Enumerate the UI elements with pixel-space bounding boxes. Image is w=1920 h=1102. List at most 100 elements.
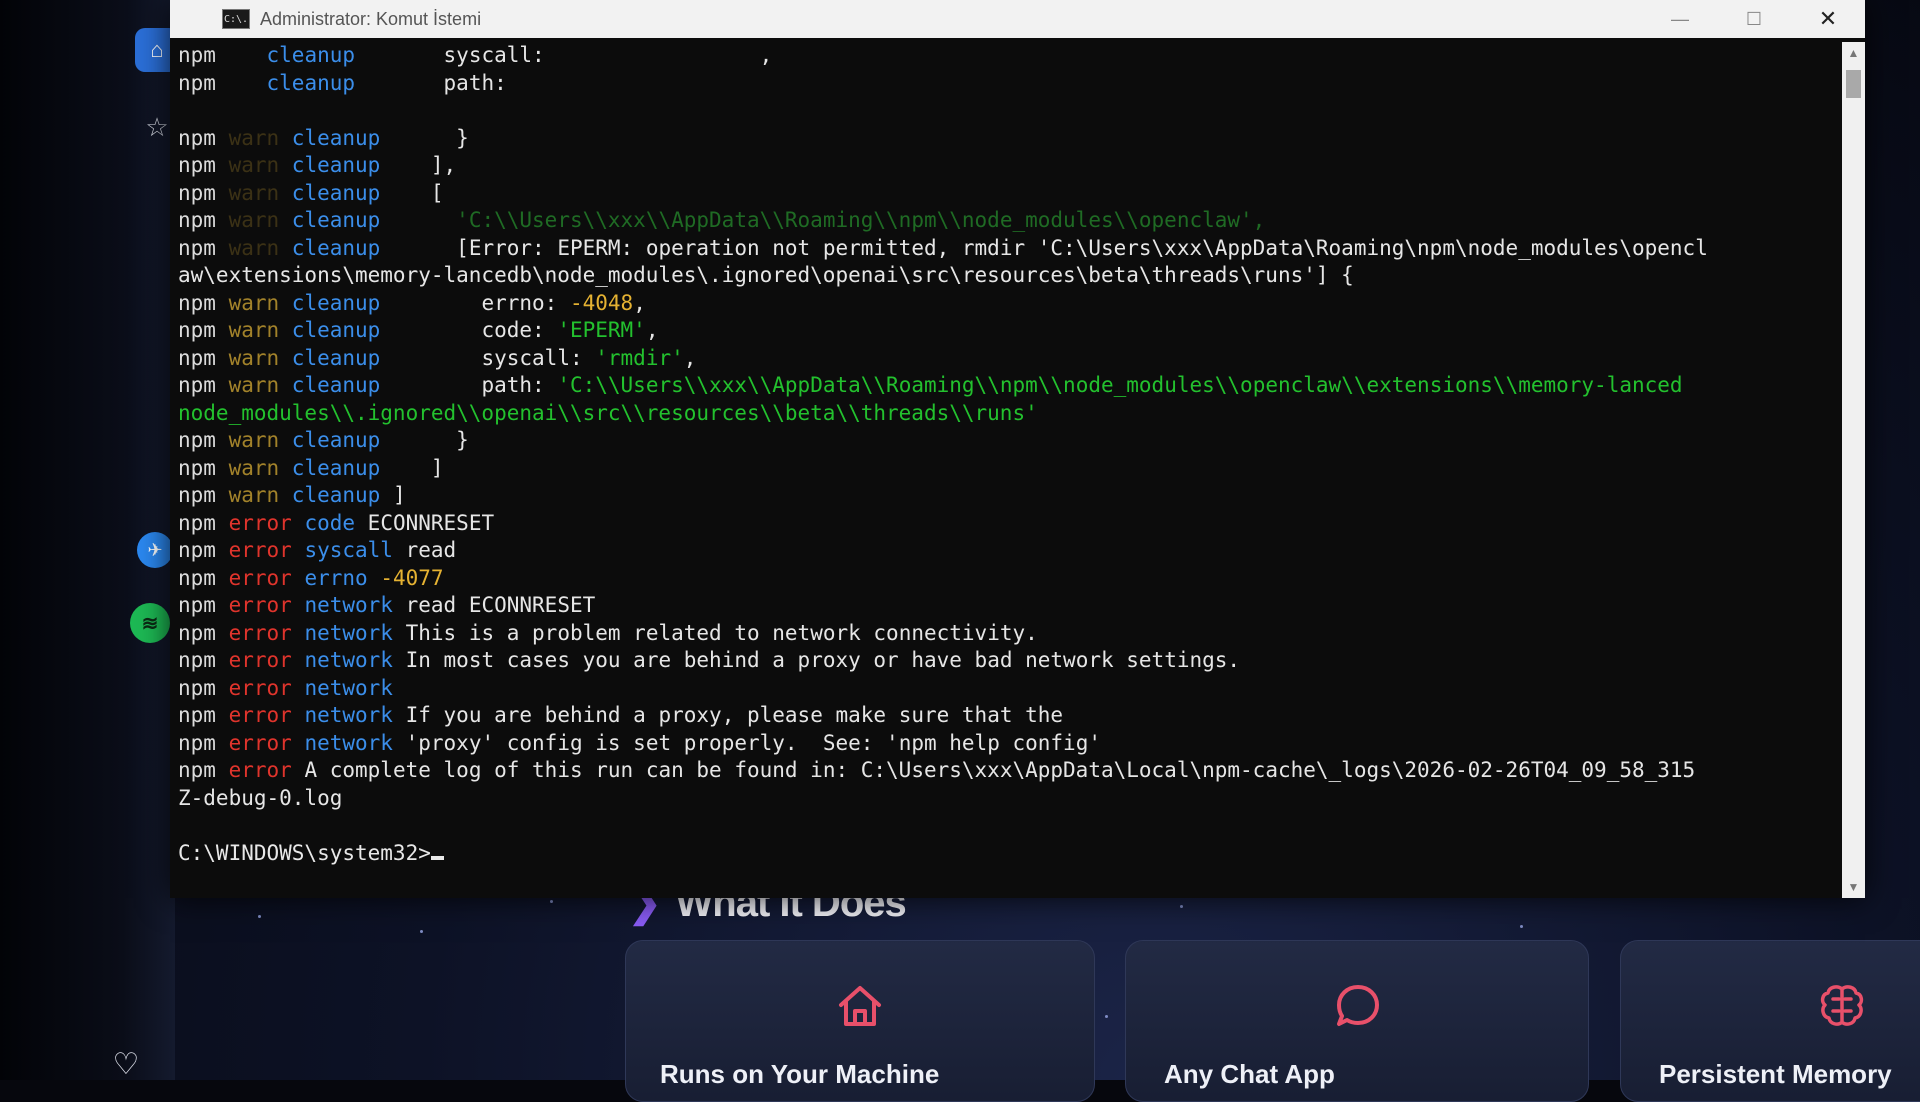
scroll-up-arrow-icon[interactable]: ▲ <box>1842 42 1865 64</box>
console-line: npm warn cleanup errno: -4048, <box>170 290 1842 318</box>
console-segment: cleanup <box>291 235 381 260</box>
console-segment: warn <box>215 483 292 507</box>
console-segment <box>368 566 381 590</box>
star-dot <box>420 930 423 933</box>
command-prompt-window[interactable]: C:\. Administrator: Komut İstemi — ☐ ✕ n… <box>170 0 1865 898</box>
console-line: npm error network read ECONNRESET <box>170 592 1842 620</box>
scrollbar-thumb[interactable] <box>1846 70 1861 98</box>
card-title: Persistent Memory <box>1659 1059 1892 1089</box>
console-segment: cleanup <box>291 180 381 205</box>
title-bar[interactable]: C:\. Administrator: Komut İstemi — ☐ ✕ <box>170 0 1865 38</box>
console-segment: npm <box>178 43 216 67</box>
console-segment: errno <box>304 565 368 590</box>
console-segment: npm <box>178 565 216 590</box>
text-cursor <box>430 855 444 860</box>
console-line: npm error A complete log of this run can… <box>170 757 1842 785</box>
console-segment: npm <box>178 675 216 700</box>
console-segment: npm <box>178 620 216 645</box>
console-segment: path: <box>380 373 558 397</box>
chat-bubble-icon <box>1337 985 1379 1026</box>
console-segment: npm <box>178 593 216 617</box>
console-segment: cleanup <box>291 373 381 397</box>
console-line: npm warn cleanup syscall: 'rmdir', <box>170 345 1842 373</box>
console-segment: -4077 <box>380 565 444 590</box>
card-title: Any Chat App <box>1164 1059 1335 1089</box>
console-segment: warn <box>215 208 292 232</box>
scrollbar[interactable]: ▲ ▼ <box>1842 42 1865 898</box>
console-segment: npm <box>178 455 216 480</box>
console-line: npm cleanup syscall: , <box>170 42 1842 70</box>
console-line: npm warn cleanup path: 'C:\\Users\\xxx\\… <box>170 372 1842 400</box>
console-segment: cleanup <box>291 290 381 315</box>
heart-icon[interactable]: ♡ <box>110 1048 142 1081</box>
console-segment: error <box>215 675 305 700</box>
console-segment: code: <box>380 318 558 342</box>
console-segment: syscall: <box>380 345 596 370</box>
feature-card[interactable]: Any Chat App <box>1125 940 1589 1102</box>
console-segment: error <box>215 538 305 562</box>
console-segment: 'rmdir' <box>595 345 684 370</box>
console-line: npm error errno -4077 <box>170 565 1842 593</box>
console-segment: warn <box>215 180 292 205</box>
console-segment: cleanup <box>266 43 356 67</box>
console-segment: warn <box>215 428 292 452</box>
console-line: npm error syscall read <box>170 537 1842 565</box>
console-segment: npm <box>178 153 216 177</box>
console-segment: error <box>215 620 305 645</box>
console-segment: cleanup <box>291 318 381 342</box>
console-segment: , <box>645 318 659 342</box>
console-segment: npm <box>178 703 216 727</box>
console-segment: In most cases you are behind a proxy or … <box>392 648 1241 672</box>
console-line: npm error network In most cases you are … <box>170 647 1842 675</box>
console-segment: warn <box>215 125 292 150</box>
console-segment: warn <box>215 290 292 315</box>
console-segment: npm <box>178 510 216 535</box>
console-segment: error <box>215 730 305 755</box>
star-dot <box>1520 925 1523 928</box>
console-segment: error <box>215 593 305 617</box>
console-segment: npm <box>178 208 216 232</box>
console-segment: 'proxy' config is set properly. See: 'np… <box>392 730 1101 755</box>
console-segment: npm <box>178 125 216 150</box>
console-line: npm warn cleanup [ <box>170 180 1842 208</box>
spotify-icon[interactable]: ≋ <box>130 603 170 643</box>
console-output[interactable]: npm cleanup syscall: , npm cleanup path: n… <box>170 42 1842 898</box>
console-segment: read ECONNRESET <box>392 593 596 617</box>
console-segment: error <box>215 648 305 672</box>
messenger-icon[interactable]: ✈ <box>137 532 173 568</box>
close-button[interactable]: ✕ <box>1791 0 1865 38</box>
console-line: C:\WINDOWS\system32> <box>170 840 1842 868</box>
console-segment: syscall: , <box>355 43 773 67</box>
console-segment: cleanup <box>291 483 381 507</box>
console-segment: ECONNRESET <box>355 510 495 535</box>
console-segment: cleanup <box>291 428 381 452</box>
console-line: npm error network If you are behind a pr… <box>170 702 1842 730</box>
feature-card[interactable]: Runs on Your Machine <box>625 940 1095 1102</box>
minimize-button[interactable]: — <box>1643 0 1717 38</box>
maximize-button[interactable]: ☐ <box>1717 0 1791 38</box>
console-segment: error <box>215 758 305 782</box>
scroll-down-arrow-icon[interactable]: ▼ <box>1842 876 1865 898</box>
console-segment: warn <box>215 153 292 177</box>
console-segment: Z-debug-0.log <box>178 785 343 810</box>
feature-card[interactable]: Persistent Memory <box>1620 940 1920 1102</box>
console-line: Z-debug-0.log <box>170 785 1842 813</box>
console-segment: warn <box>215 373 292 397</box>
console-segment: npm <box>178 318 216 342</box>
console-segment: npm <box>178 428 216 452</box>
console-segment: , <box>683 345 697 370</box>
window-title: Administrator: Komut İstemi <box>260 8 482 29</box>
console-segment: 'C:\\Users\\xxx\\AppData\\Roaming\\npm\\… <box>557 373 1683 397</box>
window-controls: — ☐ ✕ <box>1643 0 1865 38</box>
console-segment: } <box>380 125 469 150</box>
console-segment: aw\extensions\memory-lancedb\node_module… <box>178 263 1354 287</box>
console-segment: npm <box>178 290 216 315</box>
console-line: npm cleanup path: <box>170 70 1842 98</box>
console-segment: 'C:\\Users\\xxx\\AppData\\Roaming\\npm\\… <box>380 208 1266 232</box>
console-segment: This is a problem related to network con… <box>392 620 1038 645</box>
console-segment: syscall <box>304 538 393 562</box>
brain-icon <box>1820 985 1864 1026</box>
console-line: npm warn cleanup ] <box>170 455 1842 483</box>
